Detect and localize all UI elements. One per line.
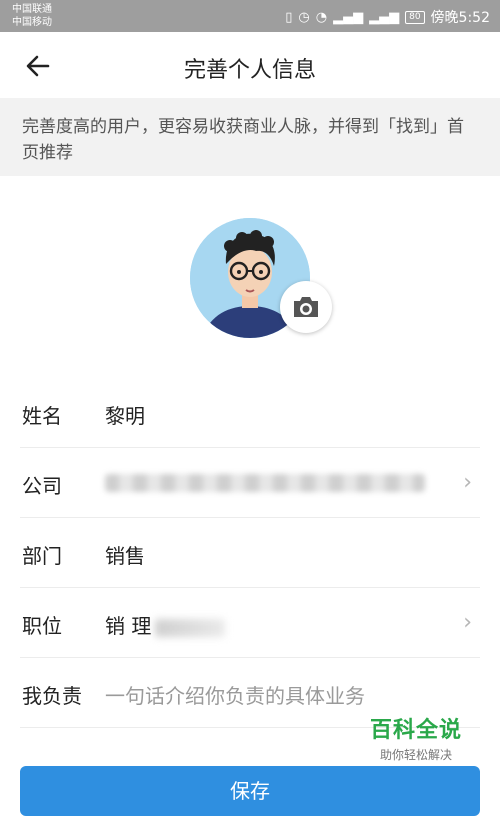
watermark-subtitle: 助你轻松解决 [379,748,452,762]
change-avatar-button[interactable] [280,281,332,333]
status-time: 傍晚5:52 [430,10,490,26]
carrier-2: 中国移动 [12,17,52,28]
name-value[interactable]: 黎明 [105,400,145,429]
save-button[interactable]: 保存 [20,766,480,816]
company-row[interactable]: 公司 › [20,448,480,518]
watermark: 百科全说 助你轻松解决 [370,712,462,763]
department-label: 部门 [22,544,62,568]
position-blur [155,618,226,637]
company-label: 公司 [22,474,62,498]
position-value: 销 理 [105,610,226,639]
chevron-right-icon: › [463,470,472,495]
responsibility-input[interactable]: 一句话介绍你负责的具体业务 [105,680,365,709]
carrier-1: 中国联通 [12,4,52,15]
watermark-title: 百科全说 [369,718,462,743]
department-row[interactable]: 部门 销售 [20,518,480,588]
chevron-right-icon: › [463,610,472,635]
company-value-blurred [105,474,425,492]
responsibility-label: 我负责 [22,684,82,708]
status-bar: 中国联通 中国移动 ▯ ◷ ◔ ▂▄▆ ▂▄▆ 80 傍晚5:52 [0,0,500,32]
notice-text: 完善度高的用户，更容易收获商业人脉，并得到「找到」首页推荐 [22,117,464,163]
position-row[interactable]: 职位 销 理 › [20,588,480,658]
wifi-icon: ◔ [315,9,328,25]
department-value[interactable]: 销售 [105,540,145,569]
position-label: 职位 [22,614,62,638]
vibrate-icon: ▯ [285,9,293,25]
name-row[interactable]: 姓名 黎明 [20,378,480,448]
position-value-text: 销 理 [105,614,152,638]
nav-bar: 完善个人信息 [0,32,500,98]
signal-icon: ▂▄▆ [333,9,364,25]
alarm-icon: ◷ [298,9,310,25]
name-label: 姓名 [22,404,62,428]
carrier-info: 中国联通 中国移动 [12,3,52,29]
notice-banner: 完善度高的用户，更容易收获商业人脉，并得到「找到」首页推荐 [0,98,500,176]
signal-2-icon: ▂▄▆ [369,9,400,25]
status-icons: ▯ ◷ ◔ ▂▄▆ ▂▄▆ 80 傍晚5:52 [285,7,490,27]
camera-icon [294,297,318,317]
battery-icon: 80 [405,10,425,24]
page-title: 完善个人信息 [183,58,316,83]
